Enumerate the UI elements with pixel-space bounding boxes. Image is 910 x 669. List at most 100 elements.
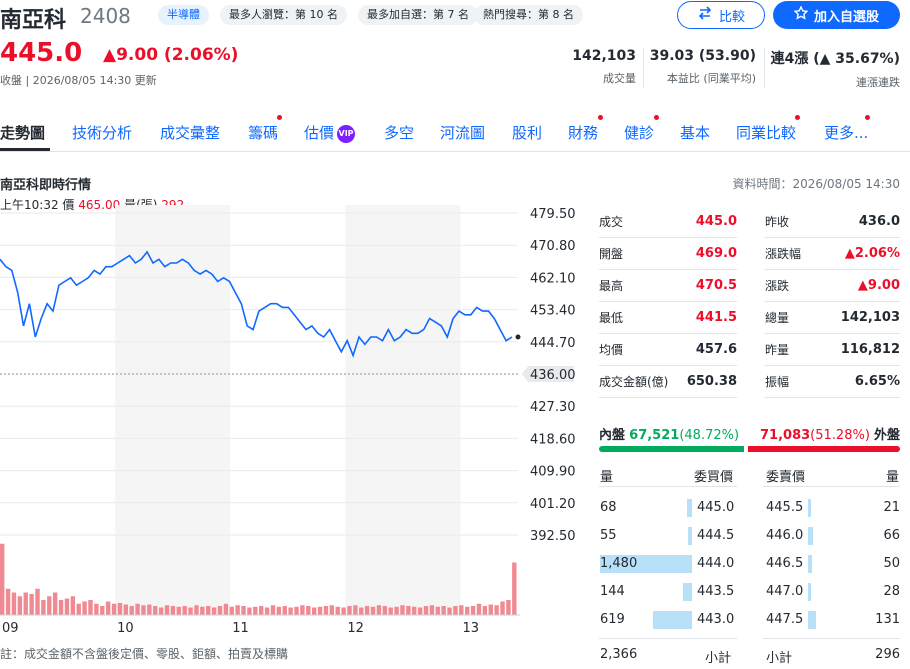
quote-row: 漲跌 ▲9.00	[765, 270, 900, 302]
quote-row: 昨收 436.0	[765, 206, 900, 238]
orderbook-divider	[599, 486, 737, 487]
ask-price: 446.5	[766, 556, 804, 571]
y-tick-label: 401.20	[530, 497, 576, 512]
tab-chips-notification-dot	[277, 115, 282, 120]
volume-bar	[370, 606, 376, 615]
volume-bar	[111, 603, 117, 615]
add-watchlist-button[interactable]: 加入自選股	[773, 1, 900, 29]
x-tick-label: 13	[462, 621, 479, 636]
quote-value: 116,812	[840, 342, 900, 357]
quote-row: 成交金額(億) 650.38	[599, 366, 737, 398]
volume-bar	[29, 594, 34, 615]
volume-bar	[194, 605, 199, 615]
volume-bar	[447, 607, 452, 615]
volume-bar	[259, 606, 264, 615]
intraday-chart[interactable]: 479.50 470.80 462.10 453.40 444.70 436.00 427.…	[0, 205, 590, 645]
tab-river[interactable]: 河流圖	[440, 122, 485, 143]
stock-code: 2408	[80, 4, 131, 28]
last-price: 445.0	[0, 38, 83, 68]
quote-row: 昨量 116,812	[765, 334, 900, 366]
tab-dividend[interactable]: 股利	[512, 122, 542, 143]
ask-volume: 131	[875, 612, 900, 627]
tab-chips[interactable]: 籌碼	[248, 122, 278, 143]
volume-bar	[417, 607, 423, 615]
tab-basic[interactable]: 基本	[680, 122, 710, 143]
compare-button[interactable]: 比較	[677, 1, 765, 29]
reference-price-label: 436.00	[530, 368, 576, 383]
volume-bar	[182, 606, 187, 615]
quote-value: ▲9.00	[857, 278, 900, 293]
quote-value: 6.65%	[854, 374, 900, 389]
industry-badge[interactable]: 半導體	[158, 5, 209, 25]
ask-price: 447.0	[766, 584, 804, 599]
quote-value: 142,103	[840, 310, 900, 325]
volume-bar	[23, 592, 28, 615]
y-tick-label: 392.50	[530, 529, 576, 544]
total-bid-volume: 2,366	[600, 647, 638, 662]
volume-bar	[47, 596, 52, 615]
stat-volume: 142,103 成交量	[556, 48, 636, 86]
bid-volume: 144	[600, 584, 625, 599]
ask-subtotal-label: 小計	[766, 651, 793, 666]
volume-bar	[306, 606, 311, 615]
volume-bar	[200, 606, 205, 615]
quote-label: 最低	[599, 311, 624, 325]
tab-technical[interactable]: 技術分析	[72, 122, 132, 143]
volume-bar	[17, 596, 23, 615]
volume-bar	[476, 603, 482, 615]
tab-health[interactable]: 健診	[624, 122, 654, 143]
bid-price-header: 委買價	[694, 470, 734, 485]
ask-volume-bar	[808, 499, 811, 517]
stat-streak-value: 連4漲 (▲ 35.67%)	[770, 51, 900, 67]
volume-bar	[100, 606, 105, 615]
quote-label: 成交	[599, 215, 624, 229]
tab-valuation[interactable]: 估價 VIP	[304, 122, 356, 143]
volume-bar	[465, 606, 470, 615]
bid-price: 443.5	[697, 584, 735, 599]
volume-bar	[217, 606, 223, 615]
bid-volume: 1,480	[600, 556, 638, 571]
volume-bar	[0, 543, 5, 615]
volume-bar	[123, 604, 128, 615]
outer-label: 外盤	[874, 428, 901, 443]
quote-label: 均價	[599, 343, 624, 357]
x-tick-label: 11	[232, 621, 249, 636]
volume-bar	[376, 605, 382, 615]
quote-label: 最高	[599, 279, 624, 293]
tab-peer-notification-dot	[795, 115, 800, 120]
tab-chart[interactable]: 走勢圖	[0, 122, 45, 143]
tab-long-short[interactable]: 多空	[384, 122, 414, 143]
volume-bar	[353, 605, 358, 615]
stat-streak-label: 連漲連跌	[856, 76, 900, 89]
quote-row: 總量 142,103	[765, 302, 900, 334]
tab-financial-notification-dot	[598, 115, 603, 120]
volume-bar	[300, 605, 305, 615]
volume-bar	[412, 606, 417, 615]
volume-bar	[235, 605, 240, 615]
stat-pe: 39.03 (53.90) 本益比 (同業平均)	[646, 48, 756, 86]
bid-volume: 55	[600, 528, 617, 543]
volume-bar	[52, 592, 58, 615]
bid-volume-bar	[682, 583, 692, 601]
volume-bar	[82, 601, 87, 615]
ask-volume: 66	[883, 528, 900, 543]
volume-bar	[453, 606, 458, 615]
quote-row: 最低 441.5	[599, 302, 737, 334]
ask-volume: 50	[883, 556, 900, 571]
tab-more[interactable]: 更多...	[824, 122, 868, 143]
tab-trades[interactable]: 成交彙整	[160, 122, 220, 143]
inner-pct: (48.72%)	[679, 428, 740, 443]
price-change: ▲9.00 (2.06%)	[103, 45, 239, 65]
most-watched-badge[interactable]: 最多加自選：第 7 名	[358, 5, 478, 25]
hot-search-badge[interactable]: 熱門搜尋：第 8 名	[474, 5, 583, 25]
volume-bar	[170, 606, 176, 615]
bid-volume-bar	[688, 527, 692, 545]
volume-bar	[117, 603, 123, 615]
most-viewed-badge[interactable]: 最多人瀏覽：第 10 名	[220, 5, 347, 25]
volume-bar	[264, 607, 270, 615]
volume-bar	[311, 607, 317, 615]
tab-peer-compare[interactable]: 同業比較	[736, 122, 796, 143]
tab-financial[interactable]: 財務	[568, 122, 598, 143]
volume-bar	[364, 606, 370, 615]
total-ask-volume: 296	[875, 647, 900, 662]
